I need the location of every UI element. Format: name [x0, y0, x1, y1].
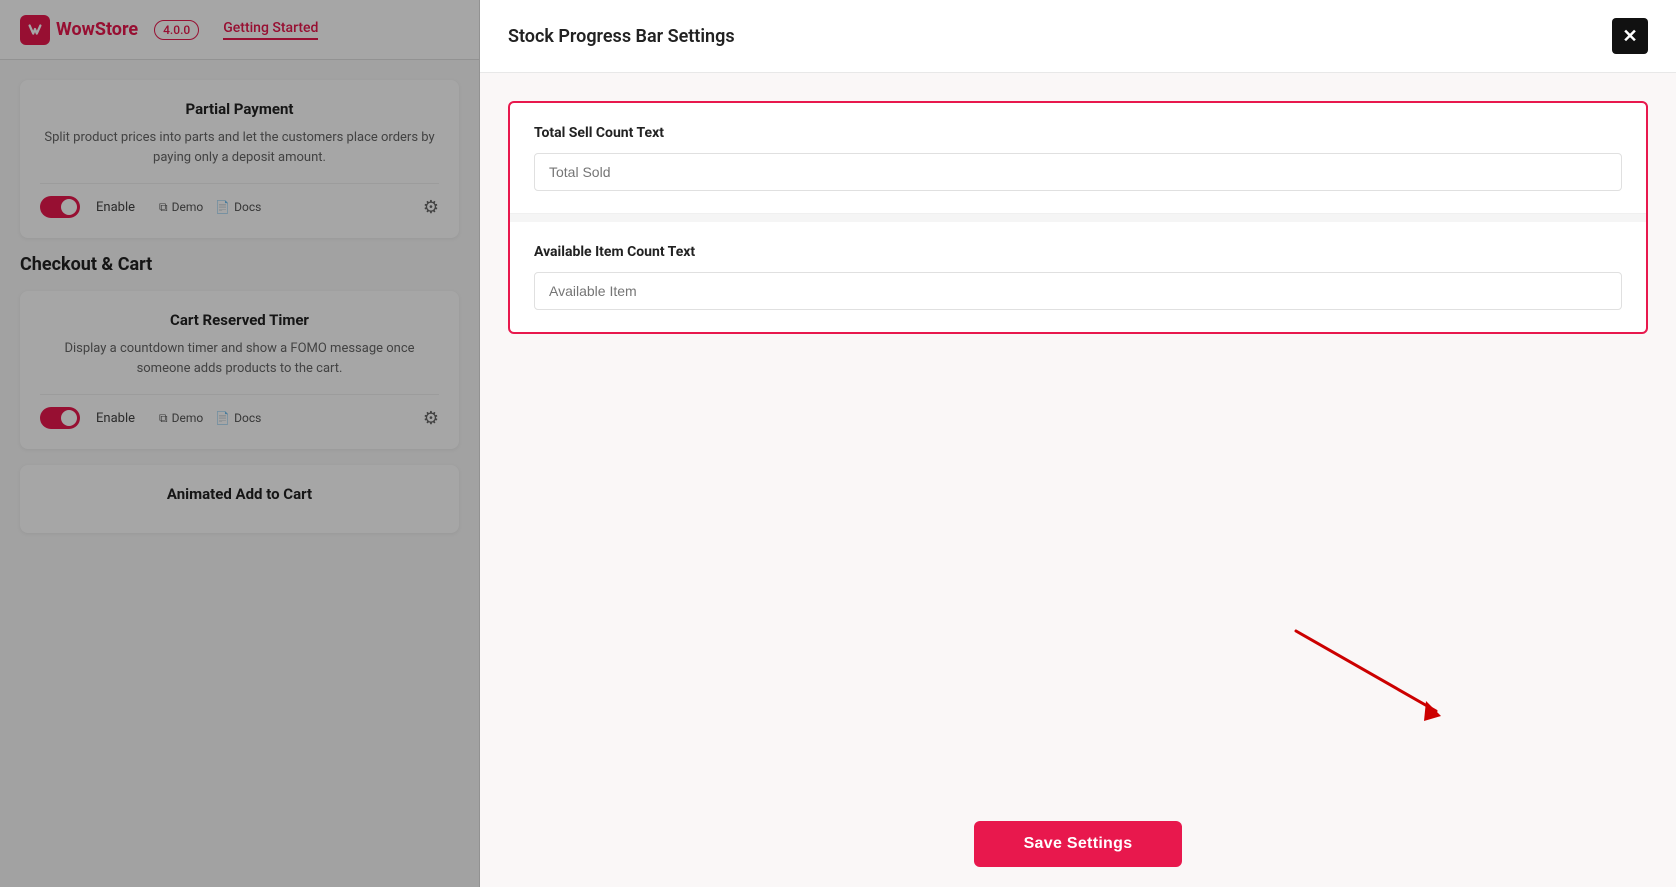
- available-item-label: Available Item Count Text: [534, 244, 1622, 260]
- settings-divider: [510, 214, 1646, 222]
- arrow-annotation: [1276, 621, 1476, 741]
- modal-title: Stock Progress Bar Settings: [508, 26, 735, 47]
- modal-body: Total Sell Count Text Available Item Cou…: [480, 73, 1676, 801]
- available-item-input[interactable]: [534, 272, 1622, 310]
- settings-modal: Stock Progress Bar Settings ✕ Total Sell…: [480, 0, 1676, 887]
- modal-footer: Save Settings: [480, 801, 1676, 887]
- total-sell-input[interactable]: [534, 153, 1622, 191]
- arrow-svg: [1276, 621, 1476, 741]
- modal-close-button[interactable]: ✕: [1612, 18, 1648, 54]
- total-sell-label: Total Sell Count Text: [534, 125, 1622, 141]
- available-item-row: Available Item Count Text: [510, 222, 1646, 332]
- total-sell-row: Total Sell Count Text: [510, 103, 1646, 214]
- modal-header: Stock Progress Bar Settings ✕: [480, 0, 1676, 73]
- save-settings-button[interactable]: Save Settings: [974, 821, 1183, 867]
- settings-section: Total Sell Count Text Available Item Cou…: [508, 101, 1648, 334]
